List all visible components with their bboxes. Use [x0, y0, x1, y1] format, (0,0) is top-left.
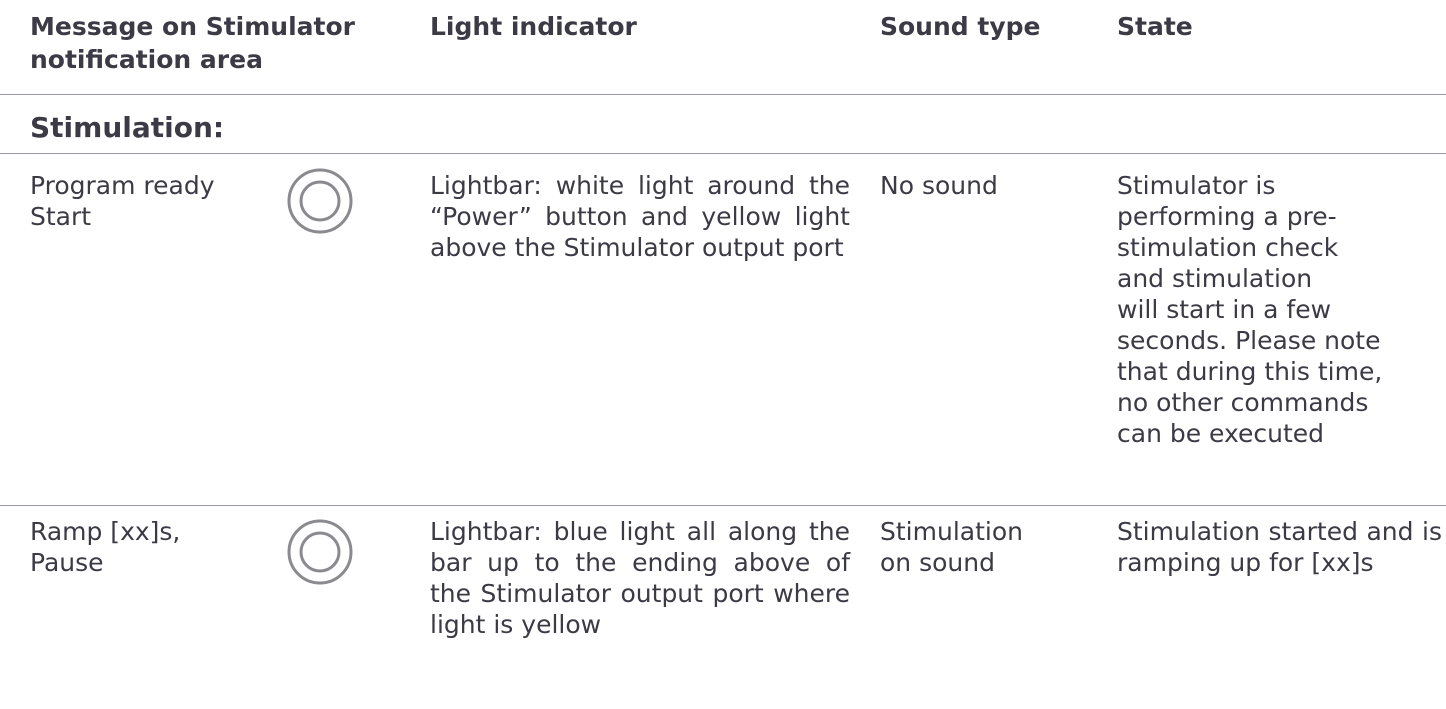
row1-message: Program ready Start [30, 170, 270, 232]
row1-light-indicator: Lightbar: white light around the “Power”… [430, 171, 850, 262]
row1-state-line: can be executed [1117, 419, 1325, 448]
section-title: Stimulation: [30, 111, 225, 144]
header-divider [0, 94, 1446, 95]
row1-message-line: Start [30, 202, 92, 231]
row1-state-line: performing a pre- [1117, 202, 1337, 231]
row1-state-line: stimulation check [1117, 233, 1339, 262]
header-message-line: Message on Stimulator [30, 12, 355, 41]
row1-state-line: Stimulator is [1117, 171, 1276, 200]
ring-indicator-icon [287, 519, 353, 585]
row2-message: Ramp [xx]s, Pause [30, 516, 270, 578]
section-divider [0, 153, 1446, 154]
row1-state-line: seconds. Please note [1117, 326, 1381, 355]
row2-state: Stimulation started and is ramping up fo… [1117, 517, 1442, 577]
row-divider [0, 505, 1446, 506]
row2-message-line: Pause [30, 548, 104, 577]
row2-sound-line: Stimulation [880, 517, 1023, 546]
header-state: State [1117, 12, 1193, 41]
ring-indicator-icon [287, 168, 353, 234]
row1-state-line: that during this time, [1117, 357, 1383, 386]
row2-light-indicator: Lightbar: blue light all along the bar u… [430, 517, 850, 639]
row1-state-line: and stimulation [1117, 264, 1313, 293]
row1-state: Stimulator is performing a pre- stimulat… [1117, 170, 1446, 449]
row1-state-line: no other commands [1117, 388, 1369, 417]
row1-message-line: Program ready [30, 171, 215, 200]
header-message-line: notification area [30, 45, 263, 74]
header-light-indicator: Light indicator [430, 12, 637, 41]
header-message: Message on Stimulator notification area [30, 10, 400, 76]
row1-state-line: will start in a few [1117, 295, 1332, 324]
row1-sound-type: No sound [880, 171, 998, 200]
header-sound-type: Sound type [880, 12, 1041, 41]
row2-sound-type: Stimulation on sound [880, 516, 1023, 578]
row2-sound-line: on sound [880, 548, 995, 577]
document-page: Message on Stimulator notification area … [0, 0, 1446, 709]
row2-message-line: Ramp [xx]s, [30, 517, 181, 546]
